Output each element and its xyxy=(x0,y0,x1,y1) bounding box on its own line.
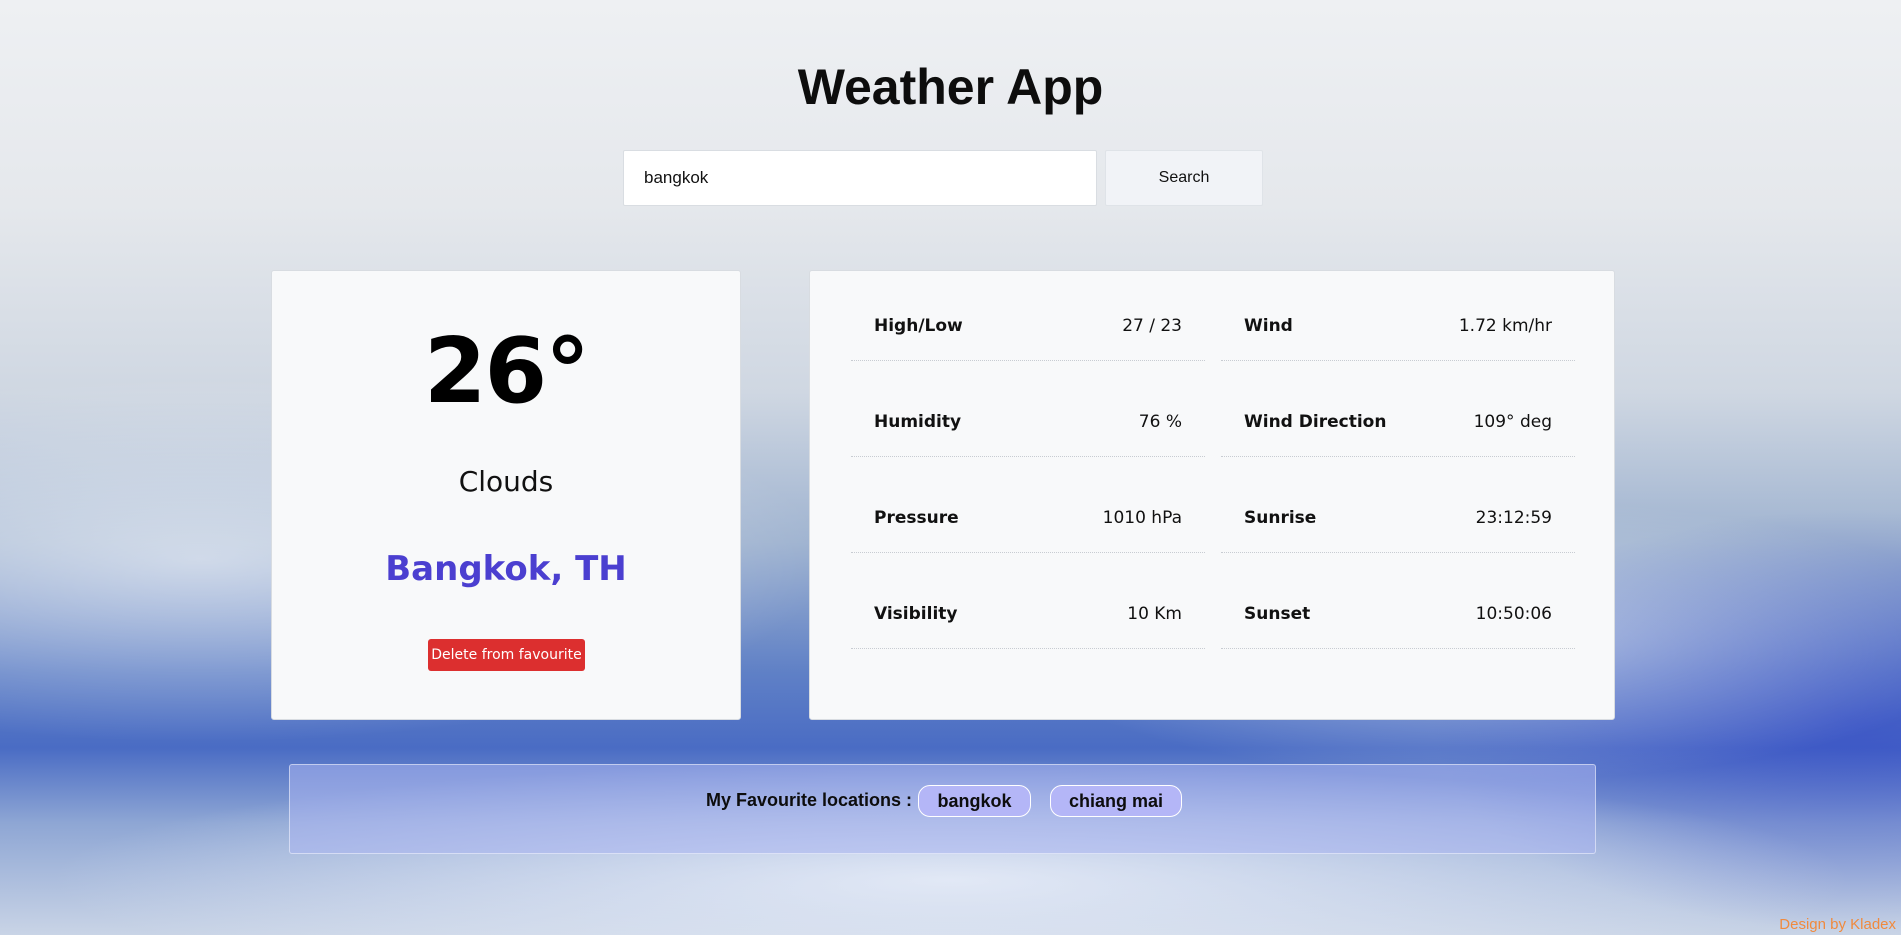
detail-pressure: Pressure 1010 hPa xyxy=(851,483,1205,553)
current-temperature: 26° xyxy=(423,319,590,424)
current-weather-card: 26° Clouds Bangkok, TH Delete from favou… xyxy=(271,270,741,720)
search-button[interactable]: Search xyxy=(1105,150,1263,206)
search-input[interactable] xyxy=(623,150,1097,206)
detail-label: Pressure xyxy=(874,507,959,528)
detail-label: Visibility xyxy=(874,603,958,624)
favourites-label: My Favourite locations : xyxy=(706,790,913,810)
detail-label: Wind xyxy=(1244,315,1293,336)
detail-value: 27 / 23 xyxy=(1122,315,1182,336)
detail-humidity: Humidity 76 % xyxy=(851,387,1205,457)
detail-label: Wind Direction xyxy=(1244,411,1387,432)
detail-value: 23:12:59 xyxy=(1475,507,1552,528)
detail-label: Humidity xyxy=(874,411,962,432)
detail-wind-direction: Wind Direction 109° deg xyxy=(1221,387,1575,457)
detail-value: 10:50:06 xyxy=(1475,603,1552,624)
detail-label: High/Low xyxy=(874,315,963,336)
detail-sunset: Sunset 10:50:06 xyxy=(1221,579,1575,649)
weather-condition: Clouds xyxy=(458,465,554,498)
detail-label: Sunset xyxy=(1244,603,1311,624)
detail-value: 1010 hPa xyxy=(1102,507,1182,528)
detail-visibility: Visibility 10 Km xyxy=(851,579,1205,649)
favourite-chip-chiang-mai[interactable]: chiang mai xyxy=(1050,785,1182,817)
detail-value: 1.72 km/hr xyxy=(1458,315,1552,336)
detail-label: Sunrise xyxy=(1244,507,1317,528)
detail-value: 10 Km xyxy=(1127,603,1182,624)
favourite-chip-bangkok[interactable]: bangkok xyxy=(918,785,1031,817)
detail-high-low: High/Low 27 / 23 xyxy=(851,291,1205,361)
delete-favourite-button[interactable]: Delete from favourite xyxy=(428,639,585,671)
weather-details-card: High/Low 27 / 23 Wind 1.72 km/hr Humidit… xyxy=(809,270,1615,720)
design-credit: Design by Kladex xyxy=(1779,916,1896,933)
page-title: Weather App xyxy=(797,59,1104,115)
detail-value: 109° deg xyxy=(1473,411,1552,432)
detail-wind: Wind 1.72 km/hr xyxy=(1221,291,1575,361)
favourites-bar: My Favourite locations : bangkok chiang … xyxy=(289,764,1596,854)
detail-value: 76 % xyxy=(1138,411,1182,432)
detail-sunrise: Sunrise 23:12:59 xyxy=(1221,483,1575,553)
location-name: Bangkok, TH xyxy=(385,549,627,589)
